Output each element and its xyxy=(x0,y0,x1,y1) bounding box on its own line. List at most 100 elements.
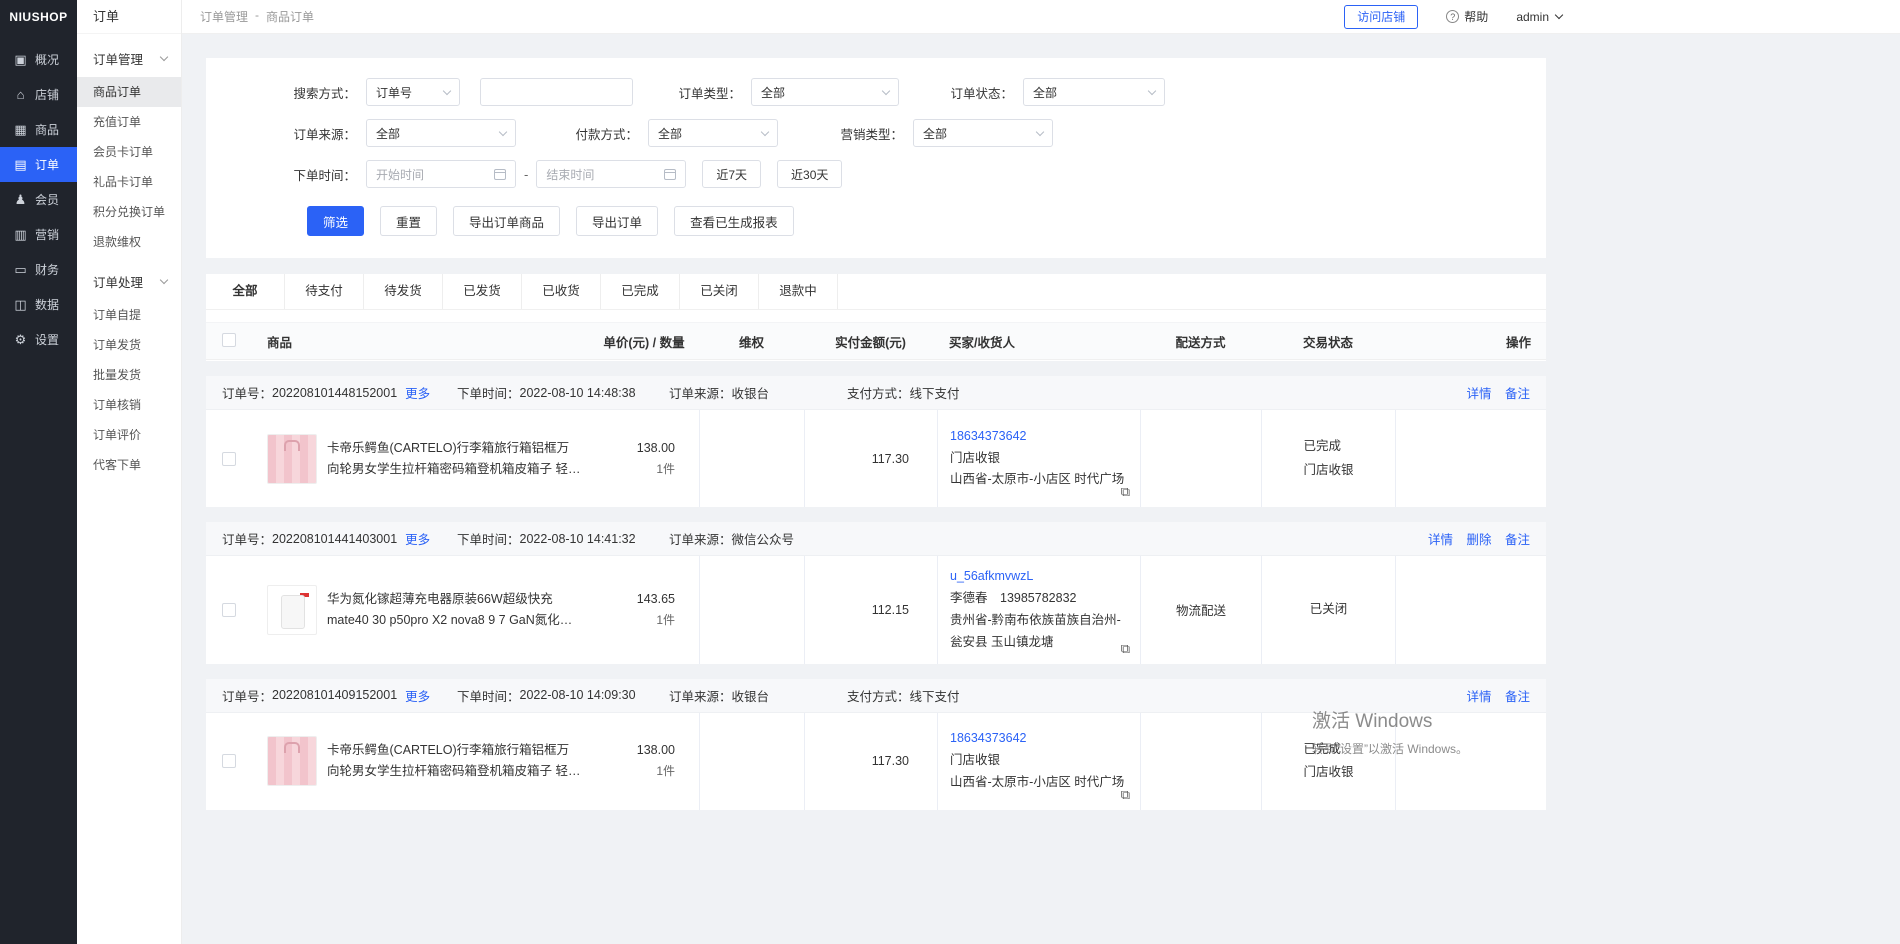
calendar-icon xyxy=(664,169,676,180)
chevron-down-icon xyxy=(160,276,168,284)
order-status-select[interactable]: 全部 xyxy=(1023,78,1165,106)
unit-price: 138.00 xyxy=(637,441,675,455)
start-date-placeholder: 开始时间 xyxy=(376,166,424,183)
submenu-item[interactable]: 订单核销 xyxy=(77,390,181,420)
submenu-item[interactable]: 批量发货 xyxy=(77,360,181,390)
order-no-label: 订单号： xyxy=(222,529,272,548)
topbar: 订单管理 - 商品订单 访问店铺 帮助 admin xyxy=(182,0,1900,34)
sidebar-item[interactable]: ▦ 商品 xyxy=(0,112,77,147)
visit-shop-button[interactable]: 访问店铺 xyxy=(1344,5,1418,29)
submenu-item[interactable]: 礼品卡订单 xyxy=(77,167,181,197)
filter-row-1: 搜索方式： 订单号 订单类型： 全部 订单状态： 全部 xyxy=(206,78,1546,106)
sidebar-item[interactable]: ▣ 概况 xyxy=(0,42,77,77)
buyer-id-link[interactable]: u_56afkmvwzL xyxy=(950,566,1128,588)
order-action-link[interactable]: 备注 xyxy=(1505,533,1530,547)
order-time: 2022-08-10 14:48:38 xyxy=(520,386,636,400)
content: 搜索方式： 订单号 订单类型： 全部 订单状态： 全部 xyxy=(182,34,1900,944)
order-type-select[interactable]: 全部 xyxy=(751,78,899,106)
order-status-tab[interactable]: 全部 xyxy=(206,274,285,309)
submenu-item[interactable]: 订单评价 xyxy=(77,420,181,450)
filter-button[interactable]: 筛选 xyxy=(307,206,364,236)
order-status-tab[interactable]: 已发货 xyxy=(443,274,522,309)
reset-button[interactable]: 重置 xyxy=(380,206,437,236)
submenu-group-header[interactable]: 订单管理 xyxy=(77,34,181,77)
product-title[interactable]: 卡帝乐鳄鱼(CARTELO)行李箱旅行箱铝框万向轮男女学生拉杆箱密码箱登机箱皮箱… xyxy=(327,438,581,479)
order-time: 2022-08-10 14:09:30 xyxy=(520,688,636,702)
sidebar-item[interactable]: ◫ 数据 xyxy=(0,287,77,322)
order-type-value: 全部 xyxy=(761,84,785,101)
order-header: 订单号：202208101441403001 更多 下单时间：2022-08-1… xyxy=(206,522,1546,556)
order-source-select[interactable]: 全部 xyxy=(366,119,516,147)
product-title[interactable]: 卡帝乐鳄鱼(CARTELO)行李箱旅行箱铝框万向轮男女学生拉杆箱密码箱登机箱皮箱… xyxy=(327,740,581,781)
order-more-link[interactable]: 更多 xyxy=(405,686,430,705)
order-pay-label: 支付方式： xyxy=(847,383,910,402)
filter-panel: 搜索方式： 订单号 订单类型： 全部 订单状态： 全部 xyxy=(206,58,1546,258)
col-paid-amount: 实付金额(元) xyxy=(804,332,937,351)
submenu-group-header[interactable]: 订单处理 xyxy=(77,257,181,300)
sidebar-item[interactable]: ▥ 营销 xyxy=(0,217,77,252)
submenu-item[interactable]: 积分兑换订单 xyxy=(77,197,181,227)
select-all-checkbox[interactable] xyxy=(222,333,236,347)
order-checkbox[interactable] xyxy=(222,603,236,617)
order-status-tab[interactable]: 待发货 xyxy=(364,274,443,309)
pay-method-select[interactable]: 全部 xyxy=(648,119,778,147)
sidebar-item-label: 财务 xyxy=(35,261,59,278)
order-action-link[interactable]: 备注 xyxy=(1505,387,1530,401)
end-date-input[interactable]: 结束时间 xyxy=(536,160,686,188)
order-action-link[interactable]: 备注 xyxy=(1505,690,1530,704)
breadcrumb-current: 商品订单 xyxy=(266,8,314,25)
submenu-item[interactable]: 代客下单 xyxy=(77,450,181,480)
submenu-item[interactable]: 订单发货 xyxy=(77,330,181,360)
user-menu[interactable]: admin xyxy=(1516,10,1562,24)
order-status-tab[interactable]: 已完成 xyxy=(601,274,680,309)
last-7-days-button[interactable]: 近7天 xyxy=(702,160,761,188)
sidebar-item[interactable]: ⌂ 店铺 xyxy=(0,77,77,112)
order-more-link[interactable]: 更多 xyxy=(405,529,430,548)
order-more-link[interactable]: 更多 xyxy=(405,383,430,402)
copy-address-icon[interactable] xyxy=(1121,642,1130,655)
order-status-tab[interactable]: 退款中 xyxy=(759,274,838,309)
export-order-goods-button[interactable]: 导出订单商品 xyxy=(453,206,560,236)
order-no: 202208101448152001 xyxy=(272,386,397,400)
buyer-id-link[interactable]: 18634373642 xyxy=(950,728,1128,750)
product-title[interactable]: 华为氮化镓超薄充电器原装66W超级快充mate40 30 p50pro X2 n… xyxy=(327,589,581,630)
search-keyword-input[interactable] xyxy=(480,78,633,106)
submenu-item[interactable]: 会员卡订单 xyxy=(77,137,181,167)
order-status-tab[interactable]: 已收货 xyxy=(522,274,601,309)
order-source-label: 订单来源： xyxy=(669,383,732,402)
order-action-link[interactable]: 详情 xyxy=(1428,533,1453,547)
submenu-item[interactable]: 商品订单 xyxy=(77,77,181,107)
last-30-days-button[interactable]: 近30天 xyxy=(777,160,842,188)
copy-address-icon[interactable] xyxy=(1121,788,1130,801)
order-card: 订单号：202208101409152001 更多 下单时间：2022-08-1… xyxy=(206,679,1546,810)
sidebar-item[interactable]: ▤ 订单 xyxy=(0,147,77,182)
refund-cell xyxy=(699,713,804,810)
delivery-method: 物流配送 xyxy=(1140,556,1261,664)
order-action-link[interactable]: 详情 xyxy=(1466,387,1491,401)
buyer-cell: 18634373642 门店收银 山西省-太原市-小店区 时代广场 xyxy=(937,713,1140,810)
marketing-type-select[interactable]: 全部 xyxy=(913,119,1053,147)
sidebar-item[interactable]: ♟ 会员 xyxy=(0,182,77,217)
submenu-item[interactable]: 充值订单 xyxy=(77,107,181,137)
start-date-input[interactable]: 开始时间 xyxy=(366,160,516,188)
search-type-select[interactable]: 订单号 xyxy=(366,78,460,106)
order-checkbox[interactable] xyxy=(222,452,236,466)
submenu-item[interactable]: 订单自提 xyxy=(77,300,181,330)
order-action-link[interactable]: 详情 xyxy=(1466,690,1491,704)
sidebar-item[interactable]: ▭ 财务 xyxy=(0,252,77,287)
order-row: 卡帝乐鳄鱼(CARTELO)行李箱旅行箱铝框万向轮男女学生拉杆箱密码箱登机箱皮箱… xyxy=(206,410,1546,507)
buyer-id-link[interactable]: 18634373642 xyxy=(950,426,1128,448)
order-action-link[interactable]: 删除 xyxy=(1466,533,1491,547)
pay-method-label: 付款方式： xyxy=(516,124,648,143)
submenu-group-items: 订单自提 订单发货 批量发货 订单核销 订单评价 代客下单 xyxy=(77,300,181,480)
order-checkbox[interactable] xyxy=(222,754,236,768)
help-link[interactable]: 帮助 xyxy=(1446,8,1488,25)
sidebar-item[interactable]: ⚙ 设置 xyxy=(0,322,77,357)
view-generated-reports-button[interactable]: 查看已生成报表 xyxy=(674,206,794,236)
submenu-item[interactable]: 退款维权 xyxy=(77,227,181,257)
order-status-tab[interactable]: 已关闭 xyxy=(680,274,759,309)
copy-address-icon[interactable] xyxy=(1121,485,1130,498)
order-status-tab[interactable]: 待支付 xyxy=(285,274,364,309)
export-order-button[interactable]: 导出订单 xyxy=(576,206,658,236)
sidebar-item-label: 店铺 xyxy=(35,86,59,103)
